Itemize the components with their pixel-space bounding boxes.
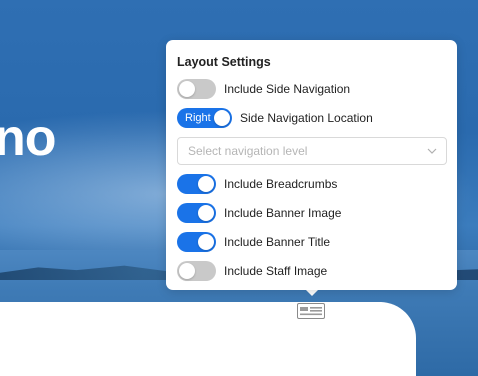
toggle-knob [214, 110, 230, 126]
layout-settings-panel: Layout Settings Include Side Navigation … [166, 40, 457, 290]
banner-title: no [0, 109, 57, 167]
popover-arrow [306, 290, 318, 296]
include-breadcrumbs-toggle[interactable] [177, 174, 216, 194]
option-include-banner-image: Include Banner Image [177, 203, 447, 223]
include-banner-image-label: Include Banner Image [224, 206, 342, 220]
toggle-knob [198, 234, 214, 250]
include-breadcrumbs-label: Include Breadcrumbs [224, 177, 338, 191]
toggle-state-text: Right [185, 112, 211, 124]
option-include-breadcrumbs: Include Breadcrumbs [177, 174, 447, 194]
toggle-knob [198, 176, 214, 192]
layout-panel-icon[interactable] [297, 303, 325, 319]
include-banner-title-toggle[interactable] [177, 232, 216, 252]
side-navigation-location-toggle[interactable]: Right [177, 108, 232, 128]
navigation-level-select[interactable]: Select navigation level [177, 137, 447, 165]
side-navigation-location-label: Side Navigation Location [240, 111, 373, 125]
content-card [0, 302, 416, 376]
page-background: no Layout Settings Include Side Navigati… [0, 0, 478, 376]
include-banner-title-label: Include Banner Title [224, 235, 331, 249]
toggle-knob [179, 263, 195, 279]
include-side-navigation-toggle[interactable] [177, 79, 216, 99]
option-include-side-navigation: Include Side Navigation [177, 79, 447, 99]
navigation-level-placeholder: Select navigation level [188, 144, 308, 158]
include-banner-image-toggle[interactable] [177, 203, 216, 223]
chevron-down-icon [427, 148, 437, 154]
include-staff-image-label: Include Staff Image [224, 264, 328, 278]
layout-settings-title: Layout Settings [177, 55, 271, 69]
toggle-knob [198, 205, 214, 221]
option-include-staff-image: Include Staff Image [177, 261, 447, 281]
option-navigation-level: Select navigation level [177, 137, 447, 165]
include-staff-image-toggle[interactable] [177, 261, 216, 281]
toggle-knob [179, 81, 195, 97]
option-include-banner-title: Include Banner Title [177, 232, 447, 252]
option-side-navigation-location: Right Side Navigation Location [177, 108, 447, 128]
include-side-navigation-label: Include Side Navigation [224, 82, 351, 96]
